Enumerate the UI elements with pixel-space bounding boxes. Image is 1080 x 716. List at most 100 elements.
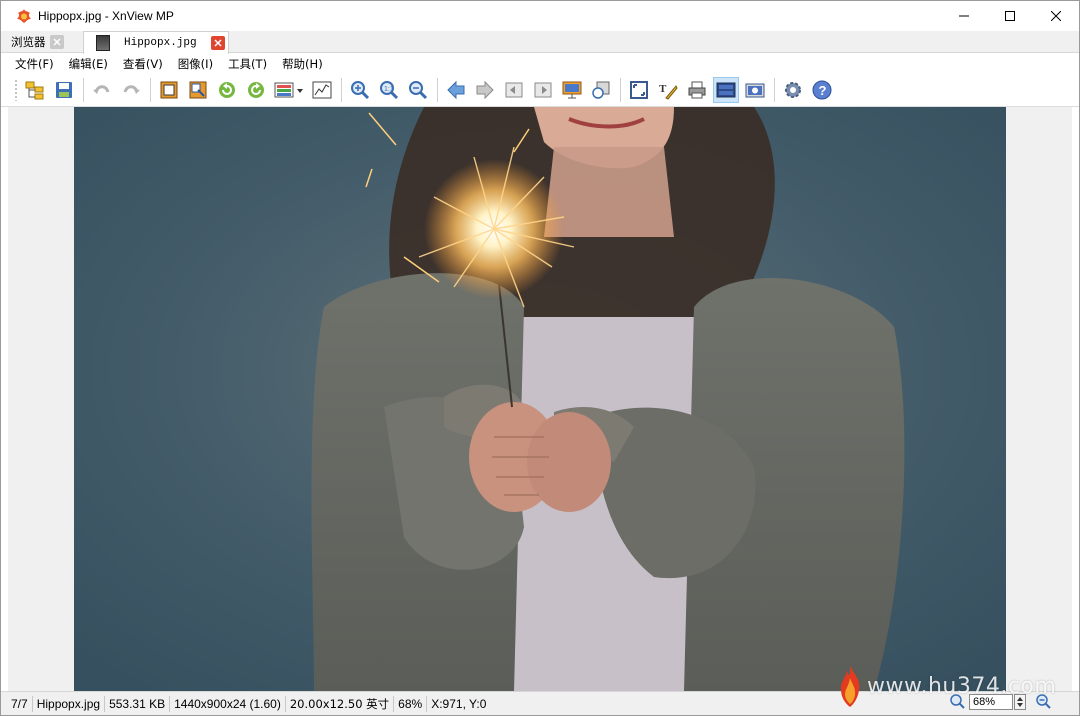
toolbar-separator — [437, 78, 438, 102]
close-icon — [214, 39, 222, 47]
displayed-photo[interactable] — [74, 107, 1006, 691]
menu-file[interactable]: 文件(F) — [15, 56, 54, 72]
toolbar-separator — [83, 78, 84, 102]
image-thumbnail-icon — [96, 35, 110, 51]
next-icon — [476, 80, 494, 100]
gear-icon — [785, 82, 801, 98]
levels-button[interactable] — [309, 77, 335, 103]
slideshow-button[interactable] — [559, 77, 585, 103]
app-window: Hippopx.jpg - XnView MP 浏览器 Hippopx.jpg — [0, 0, 1080, 716]
toolbar-separator — [150, 78, 151, 102]
last-button[interactable] — [530, 77, 556, 103]
capture-button[interactable] — [742, 77, 768, 103]
window-controls — [941, 1, 1079, 31]
tab-label: 浏览器 — [11, 35, 46, 49]
zoom-in-button[interactable] — [347, 77, 373, 103]
capture-icon — [745, 83, 765, 98]
previous-button[interactable] — [443, 77, 469, 103]
adjust-colors-button[interactable] — [272, 77, 306, 103]
status-index: 7/7 — [11, 695, 33, 712]
save-button[interactable] — [51, 77, 77, 103]
maximize-button[interactable] — [987, 1, 1033, 31]
svg-text:?: ? — [819, 83, 827, 98]
menu-edit[interactable]: 编辑(E) — [69, 56, 108, 72]
toolbar-separator — [620, 78, 621, 102]
minimize-icon — [959, 15, 969, 17]
redo-icon — [123, 85, 140, 94]
status-filename: Hippopx.jpg — [33, 695, 106, 712]
zoom-in-icon — [351, 81, 370, 100]
previous-icon — [447, 80, 465, 100]
browser-button[interactable] — [22, 77, 48, 103]
toolbar: 1:1 T ? — [1, 74, 1079, 107]
redo-button[interactable] — [118, 77, 144, 103]
rotate-right-icon — [248, 82, 264, 98]
slideshow-icon — [562, 81, 582, 99]
title-bar: Hippopx.jpg - XnView MP — [1, 1, 1079, 31]
maximize-icon — [1005, 11, 1015, 21]
close-icon — [1051, 11, 1061, 21]
close-icon — [52, 38, 61, 46]
svg-text:1:1: 1:1 — [384, 86, 394, 93]
tab-close-button[interactable] — [210, 36, 225, 50]
fullscreen-icon — [630, 81, 648, 99]
tab-bar: 浏览器 Hippopx.jpg — [1, 31, 1079, 54]
settings-button[interactable] — [780, 77, 806, 103]
browser-icon — [25, 81, 44, 100]
edit-button[interactable]: T — [655, 77, 681, 103]
status-filesize: 553.31 KB — [105, 695, 171, 712]
minimize-button[interactable] — [941, 1, 987, 31]
filmstrip-button[interactable] — [713, 77, 739, 103]
menu-tools[interactable]: 工具(T) — [228, 56, 267, 72]
last-icon — [534, 82, 552, 98]
crop-button[interactable] — [156, 77, 182, 103]
rotate-right-button[interactable] — [243, 77, 269, 103]
print-icon — [688, 81, 706, 99]
status-zoom: 68% — [394, 695, 428, 712]
flame-logo-icon — [840, 665, 860, 707]
edit-icon: T — [659, 83, 678, 100]
menu-view[interactable]: 查看(V) — [123, 56, 163, 72]
rotate-left-button[interactable] — [214, 77, 240, 103]
next-button[interactable] — [472, 77, 498, 103]
toolbar-separator — [774, 78, 775, 102]
help-button[interactable]: ? — [809, 77, 835, 103]
filmstrip-icon — [716, 82, 736, 98]
rotate-left-icon — [219, 82, 235, 98]
menu-image[interactable]: 图像(I) — [178, 56, 213, 72]
zoom-fit-icon: 1:1 — [380, 81, 399, 100]
tab-browser[interactable]: 浏览器 — [11, 31, 81, 53]
zoom-out-icon — [409, 81, 428, 100]
watermark-text: www.hu374.com — [867, 673, 1057, 699]
menu-help[interactable]: 帮助(H) — [282, 56, 323, 72]
undo-icon — [93, 85, 110, 94]
toolbar-separator — [341, 78, 342, 102]
print-button[interactable] — [684, 77, 710, 103]
fullscreen-button[interactable] — [626, 77, 652, 103]
tab-label: Hippopx.jpg — [124, 37, 197, 49]
toolbar-grip[interactable] — [14, 79, 18, 101]
status-coords: X:971, Y:0 — [431, 696, 487, 711]
status-dimensions: 1440x900x24 (1.60) — [170, 695, 286, 712]
save-icon — [56, 82, 72, 98]
photo-sparkler-image — [74, 107, 1006, 691]
image-viewer[interactable] — [8, 107, 1072, 691]
tab-close-button[interactable] — [49, 35, 64, 49]
first-button[interactable] — [501, 77, 527, 103]
svg-text:T: T — [659, 83, 667, 95]
zoom-fit-button[interactable]: 1:1 — [376, 77, 402, 103]
tab-image[interactable]: Hippopx.jpg — [83, 31, 229, 54]
watermark: www.hu374.com — [837, 661, 1063, 711]
close-window-button[interactable] — [1033, 1, 1079, 31]
compare-icon — [592, 81, 610, 99]
status-print-size: 20.00x12.50 英寸 — [286, 695, 395, 712]
adjust-colors-icon — [274, 82, 303, 98]
compare-button[interactable] — [588, 77, 614, 103]
zoom-out-button[interactable] — [405, 77, 431, 103]
help-icon: ? — [812, 80, 832, 100]
crop-icon — [160, 81, 178, 99]
window-title: Hippopx.jpg - XnView MP — [38, 9, 174, 23]
undo-button[interactable] — [89, 77, 115, 103]
first-icon — [505, 82, 523, 98]
resize-button[interactable] — [185, 77, 211, 103]
